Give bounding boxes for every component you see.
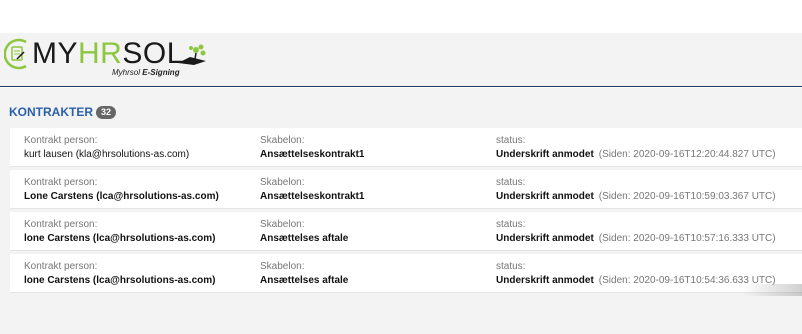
brand-logo[interactable]: MYHRSOL Myhrsol E-Signing (4, 35, 219, 83)
template-label: Skabelon: (260, 135, 305, 146)
section-heading: KONTRAKTER 32 (9, 105, 117, 119)
contract-person-value: lone Carstens (lca@hrsolutions-as.com) (24, 275, 216, 286)
contract-person-cell: Kontrakt person: Lone Carstens (lca@hrso… (24, 176, 219, 204)
contract-row[interactable]: Kontrakt person: kurt lausen (kla@hrsolu… (10, 128, 802, 166)
brand-word-sol: SOL (122, 37, 184, 70)
contract-person-value: lone Carstens (lca@hrsolutions-as.com) (24, 233, 216, 244)
status-text: Underskrift anmodet (496, 149, 594, 160)
status-value: Underskrift anmodet (Siden: 2020-09-16T10… (496, 190, 776, 204)
template-value: Ansættelses aftale (260, 233, 349, 244)
contract-row[interactable]: Kontrakt person: Lone Carstens (lca@hrso… (10, 170, 802, 208)
contract-person-label: Kontrakt person: (24, 177, 98, 188)
header: MYHRSOL Myhrsol E-Signing (0, 33, 802, 87)
template-value: Ansættelses aftale (260, 275, 349, 286)
status-text: Underskrift anmodet (496, 275, 594, 286)
template-label: Skabelon: (260, 177, 305, 188)
template-cell: Skabelon: Ansættelseskontrakt1 (260, 134, 364, 162)
status-value: Underskrift anmodet (Siden: 2020-09-16T10… (496, 232, 776, 246)
count-badge: 32 (96, 105, 117, 119)
contract-row[interactable]: Kontrakt person: lone Carstens (lca@hrso… (10, 254, 802, 292)
contract-person-value: kurt lausen (kla@hrsolutions-as.com) (24, 149, 190, 160)
template-cell: Skabelon: Ansættelses aftale (260, 218, 348, 246)
brand-subtitle-prefix: Myhrsol (112, 68, 141, 77)
status-label: status: (496, 177, 526, 188)
brand-subtitle: Myhrsol E-Signing (112, 68, 180, 77)
template-cell: Skabelon: Ansættelseskontrakt1 (260, 176, 364, 204)
status-since: (Siden: 2020-09-16T10:59:03.367 UTC) (598, 191, 776, 202)
status-text: Underskrift anmodet (496, 233, 594, 244)
contract-person-cell: Kontrakt person: kurt lausen (kla@hrsolu… (24, 134, 189, 162)
template-value: Ansættelseskontrakt1 (260, 149, 365, 160)
template-label: Skabelon: (260, 219, 305, 230)
template-value: Ansættelseskontrakt1 (260, 191, 365, 202)
status-text: Underskrift anmodet (496, 191, 594, 202)
contract-row[interactable]: Kontrakt person: lone Carstens (lca@hrso… (10, 212, 802, 250)
template-label: Skabelon: (260, 261, 305, 272)
scroll-shadow (742, 284, 802, 296)
brand-word-hr: HR (78, 37, 123, 70)
status-cell: status: Underskrift anmodet (Siden: 2020-… (496, 218, 776, 246)
document-pen-icon (4, 38, 27, 70)
status-value: Underskrift anmodet (Siden: 2020-09-16T12… (496, 148, 776, 162)
contract-person-cell: Kontrakt person: lone Carstens (lca@hrso… (24, 218, 215, 246)
status-label: status: (496, 261, 526, 272)
status-cell: status: Underskrift anmodet (Siden: 2020-… (496, 176, 776, 204)
contract-person-label: Kontrakt person: (24, 135, 98, 146)
brand-wordmark: MYHRSOL (32, 37, 184, 71)
brand-subtitle-suffix: E-Signing (142, 68, 180, 77)
contract-person-label: Kontrakt person: (24, 261, 98, 272)
plant-icon (178, 44, 206, 65)
contract-person-label: Kontrakt person: (24, 219, 98, 230)
status-label: status: (496, 135, 526, 146)
status-since: (Siden: 2020-09-16T12:20:44.827 UTC) (598, 149, 776, 160)
contract-person-value: Lone Carstens (lca@hrsolutions-as.com) (24, 191, 219, 202)
brand-word-my: MY (32, 37, 78, 70)
status-cell: status: Underskrift anmodet (Siden: 2020-… (496, 260, 776, 288)
contract-person-cell: Kontrakt person: lone Carstens (lca@hrso… (24, 260, 215, 288)
status-value: Underskrift anmodet (Siden: 2020-09-16T10… (496, 274, 776, 288)
status-label: status: (496, 219, 526, 230)
top-strip (0, 0, 802, 33)
status-since: (Siden: 2020-09-16T10:57:16.333 UTC) (598, 233, 776, 244)
main-content: KONTRAKTER 32 Kontrakt person: kurt laus… (0, 88, 802, 334)
template-cell: Skabelon: Ansættelses aftale (260, 260, 348, 288)
section-title: KONTRAKTER (9, 105, 93, 119)
status-cell: status: Underskrift anmodet (Siden: 2020-… (496, 134, 776, 162)
contract-list: Kontrakt person: kurt lausen (kla@hrsolu… (10, 128, 802, 296)
